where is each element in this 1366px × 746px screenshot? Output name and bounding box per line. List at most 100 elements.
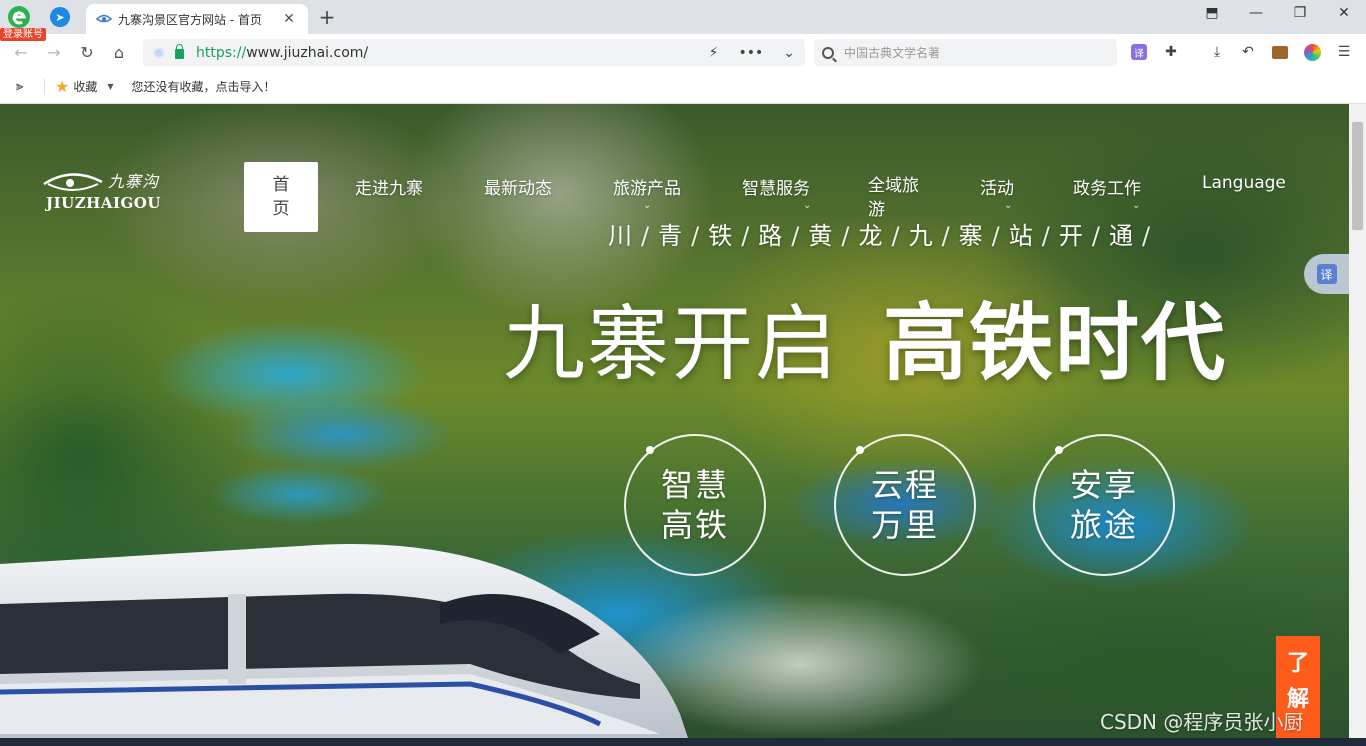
home-button[interactable]: ⌂ [108,41,130,63]
hero-subtitle-char: 站 [1008,222,1034,250]
hero-subtitle-separator: / [1091,222,1101,250]
bubble-line: 云程 [870,466,939,504]
favorites-button[interactable]: ★ 收藏 ▼ [55,77,114,96]
tab-title: 九寨沟景区官方网站 - 首页 [118,12,262,27]
chevron-down-icon: ⌄ [1132,200,1141,211]
csdn-watermark: CSDN @程序员张小厨 [1100,710,1304,734]
star-icon: ★ [55,77,70,96]
scrollbar-thumb[interactable] [1352,122,1363,230]
nav-home[interactable]: 首页 [244,162,318,232]
new-tab-button[interactable]: + [316,5,338,29]
bubble-line: 智慧 [660,466,729,504]
learn-more-char: 了 [1286,651,1309,676]
favorites-label: 收藏 [73,80,98,94]
hero-subtitle-char: 铁 [708,222,734,250]
chevron-down-icon: ⌄ [643,200,652,211]
hero-subtitle-separator: / [841,222,851,250]
hero-subtitle-separator: / [741,222,751,250]
bubble-line: 旅途 [1069,506,1138,544]
nav-tour-products[interactable]: 旅游产品 [613,174,681,199]
hero-subtitle-char: 黄 [808,222,834,250]
app-center-icon[interactable] [1302,42,1322,62]
lock-icon[interactable] [175,44,184,59]
undo-close-tab-icon[interactable]: ↶ [1238,42,1258,62]
hero-subtitle-separator: / [691,222,701,250]
hero-subtitle-char: 路 [758,222,784,250]
hero-subtitle-char: 寨 [958,222,984,250]
hero-subtitle-separator: / [641,222,651,250]
flash-icon[interactable]: ⚡ [709,45,719,61]
extensions-icon[interactable]: ✚ [1161,42,1181,62]
minimize-button[interactable]: — [1244,5,1268,21]
bookmarks-bar: ⫸ ★ 收藏 ▼ 您还没有收藏，点击导入！ [0,70,1366,104]
translate-icon: 译 [1316,264,1337,284]
bookmarks-divider [44,78,45,95]
bubble-line: 万里 [870,506,939,544]
site-security-shield-icon[interactable] [153,46,165,59]
maximize-button[interactable]: ❐ [1288,5,1312,21]
page-scrollbar[interactable] [1349,104,1366,738]
menu-icon[interactable]: ☰ [1334,42,1354,62]
nav-all-region-tourism[interactable]: 全域旅游 [868,174,926,222]
chevron-down-icon[interactable]: ⌄ [783,45,795,61]
browser-tab-active[interactable]: 九寨沟景区官方网站 - 首页 ✕ [86,4,308,34]
hero-title: 九寨开启 高铁时代 [503,276,1227,397]
hero-title-thin: 九寨开启 [503,297,840,392]
back-button[interactable]: ← [10,41,32,63]
nav-about-jiuzhai[interactable]: 走进九寨 [355,174,423,199]
url-text[interactable]: https://www.jiuzhai.com/ [196,45,689,61]
logo-eye-icon [43,173,103,191]
chevron-down-icon: ⌄ [803,200,812,211]
nav-smart-services[interactable]: 智慧服务 [742,174,810,199]
hero-subtitle-separator: / [1041,222,1051,250]
download-icon[interactable]: ⤓ [1207,42,1227,62]
feature-circle-enjoy-trip[interactable]: 安享 旅途 [1033,434,1175,576]
search-input[interactable] [844,45,1094,60]
import-bookmarks-hint[interactable]: 您还没有收藏，点击导入！ [132,78,276,95]
hero-subtitle-separator: / [791,222,801,250]
jiuzhaigou-favicon-icon [96,14,112,23]
tab-close-icon[interactable]: ✕ [280,11,298,27]
telegram-icon[interactable]: ➤ [50,7,70,27]
chevron-down-icon: ⌄ [1004,200,1013,211]
pin-window-icon[interactable]: ⬒ [1200,5,1224,21]
browser-tab-strip: 登录账号 ➤ 九寨沟景区官方网站 - 首页 ✕ + ⬒ — ❐ ✕ [0,0,1366,41]
hero-subtitle-separator: / [1141,222,1152,250]
close-window-button[interactable]: ✕ [1332,5,1356,21]
search-icon [822,46,834,59]
translate-extension-icon[interactable]: 译 [1129,42,1149,62]
hero-subtitle-char: 川 [608,222,633,250]
browser-toolbar: ← → ↻ ⌂ https://www.jiuzhai.com/ ⚡ ••• ⌄… [0,34,1366,70]
search-box[interactable] [814,39,1117,66]
reload-button[interactable]: ↻ [76,41,98,63]
browser-logo-icon[interactable] [6,4,32,30]
feature-circle-cloud-journey[interactable]: 云程 万里 [834,434,976,576]
bubble-dot [646,446,654,454]
logo-chinese-text: 九寨沟 [108,172,160,191]
hero-subtitle-char: 通 [1108,222,1134,250]
hero-subtitle-char: 青 [658,222,684,250]
nav-government-affairs[interactable]: 政务工作 [1073,174,1141,199]
nav-latest-news[interactable]: 最新动态 [484,174,552,199]
sidebar-toggle-icon[interactable]: ⫸ [16,79,32,94]
page-viewport: 九寨沟 JIUZHAIGOU 首页 走进九寨 最新动态 旅游产品 ⌄ 智慧服务 … [0,104,1349,738]
nav-activities[interactable]: 活动 [980,174,1014,199]
forward-button[interactable]: → [43,41,65,63]
login-account-badge[interactable]: 登录账号 [0,28,46,41]
toolbox-icon[interactable] [1270,42,1290,62]
address-bar[interactable]: https://www.jiuzhai.com/ ⚡ ••• ⌄ [143,39,805,66]
bubble-line: 安享 [1069,466,1138,504]
caret-down-icon[interactable]: ▼ [107,82,113,91]
nav-language[interactable]: Language [1202,173,1286,193]
float-translate-button[interactable]: 译 [1304,254,1349,294]
high-speed-train-image [0,544,688,738]
hero-subtitle-separator: / [991,222,1001,250]
site-logo[interactable]: 九寨沟 JIUZHAIGOU [42,166,166,214]
hero-title-bold: 高铁时代 [883,294,1228,392]
more-options-icon[interactable]: ••• [738,45,763,61]
logo-english-text: JIUZHAIGOU [46,194,161,212]
hero-subtitle-char: 龙 [858,222,884,250]
bubble-dot [1055,446,1063,454]
hero-subtitle: 川 / 青 / 铁 / 路 / 黄 / 龙 / 九 / 寨 / 站 / 开 / 通 / [608,216,1159,251]
hero-subtitle-char: 开 [1058,222,1084,250]
